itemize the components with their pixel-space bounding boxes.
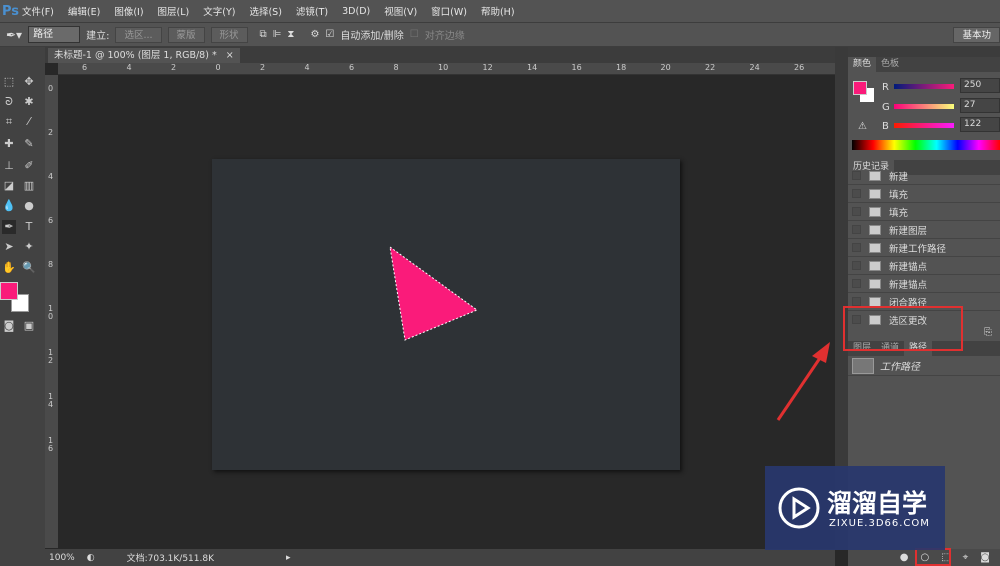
history-item[interactable]: 填充 — [848, 203, 1000, 221]
b-value-input[interactable]: 122 — [960, 117, 1000, 132]
color-panel-tabs: 颜色 色板 — [848, 57, 1000, 72]
history-item[interactable]: 新建工作路径 — [848, 239, 1000, 257]
watermark-brand: 溜溜自学 — [827, 489, 928, 518]
history-item-label: 新建锚点 — [889, 261, 928, 273]
history-item[interactable]: 新建 — [848, 167, 1000, 185]
history-item[interactable]: 填充 — [848, 185, 1000, 203]
zoom-level[interactable]: 100% — [49, 553, 75, 563]
make-work-path-icon[interactable]: ⌖ — [963, 552, 969, 563]
history-state-icon — [869, 224, 881, 235]
document-size: 文档:703.1K/511.8K — [126, 554, 214, 564]
history-item-label: 填充 — [889, 207, 909, 219]
color-panel: R 250 G 27 ⚠ B 122 — [848, 72, 1000, 160]
color-spectrum[interactable] — [852, 140, 1000, 150]
r-label: R — [882, 82, 889, 93]
gamut-warning-icon[interactable]: ⚠ — [858, 121, 867, 132]
history-checkbox[interactable] — [852, 207, 861, 216]
history-item[interactable]: 新建图层 — [848, 221, 1000, 239]
fill-path-icon[interactable]: ● — [900, 552, 909, 563]
history-state-icon — [869, 260, 881, 271]
history-checkbox[interactable] — [852, 189, 861, 198]
fg-color-swatch[interactable] — [853, 81, 867, 95]
history-list: 新建填充填充新建图层新建工作路径新建锚点新建锚点闭合路径选区更改填充 — [848, 167, 1000, 327]
watermark-url: ZIXUE.3D66.COM — [829, 518, 930, 529]
history-checkbox[interactable] — [852, 171, 861, 180]
highlight-box-footer — [915, 548, 951, 566]
path-item[interactable]: 工作路径 — [848, 356, 1000, 376]
r-value-input[interactable]: 250 — [960, 78, 1000, 93]
annotation-arrow — [776, 354, 824, 421]
status-menu-arrow[interactable]: ▸ — [286, 553, 291, 563]
history-checkbox[interactable] — [852, 243, 861, 252]
history-item-label: 新建锚点 — [889, 279, 928, 291]
history-checkbox[interactable] — [852, 279, 861, 288]
history-item[interactable]: 新建锚点 — [848, 275, 1000, 293]
status-info-icon[interactable]: ◐ — [87, 553, 95, 563]
pink-triangle-shape[interactable] — [389, 245, 479, 341]
history-state-icon — [869, 170, 881, 181]
history-state-icon — [869, 296, 881, 307]
tab-color[interactable]: 颜色 — [848, 57, 877, 72]
history-state-icon — [869, 206, 881, 217]
path-name: 工作路径 — [880, 362, 920, 373]
history-item-label: 填充 — [889, 189, 909, 201]
history-checkbox[interactable] — [852, 225, 861, 234]
tab-swatches[interactable]: 色板 — [876, 57, 904, 72]
watermark: 溜溜自学 ZIXUE.3D66.COM — [765, 466, 945, 550]
path-thumbnail — [852, 357, 874, 374]
history-checkbox[interactable] — [852, 297, 861, 306]
status-bar: 100% ◐ 文档:703.1K/511.8K ▸ — [45, 549, 835, 566]
g-slider[interactable] — [894, 104, 954, 109]
history-item-label: 新建 — [889, 171, 909, 183]
history-item-label: 新建图层 — [889, 225, 928, 237]
foreground-color-swatch[interactable] — [0, 282, 18, 300]
history-item-label: 新建工作路径 — [889, 243, 947, 255]
annotation-arrowhead — [812, 342, 830, 363]
pen-icon — [869, 242, 881, 253]
highlight-box-history — [843, 306, 963, 351]
g-label: G — [882, 102, 890, 113]
new-snapshot-icon[interactable]: ⎘ — [984, 327, 992, 338]
history-state-icon — [869, 278, 881, 289]
b-label: B — [882, 121, 889, 132]
g-value-input[interactable]: 27 — [960, 98, 1000, 113]
r-slider[interactable] — [894, 84, 954, 89]
b-slider[interactable] — [894, 123, 954, 128]
history-state-icon — [869, 188, 881, 199]
watermark-logo-icon — [778, 487, 820, 529]
add-mask-icon[interactable]: ◙ — [980, 552, 990, 563]
history-checkbox[interactable] — [852, 261, 861, 270]
history-item[interactable]: 新建锚点 — [848, 257, 1000, 275]
